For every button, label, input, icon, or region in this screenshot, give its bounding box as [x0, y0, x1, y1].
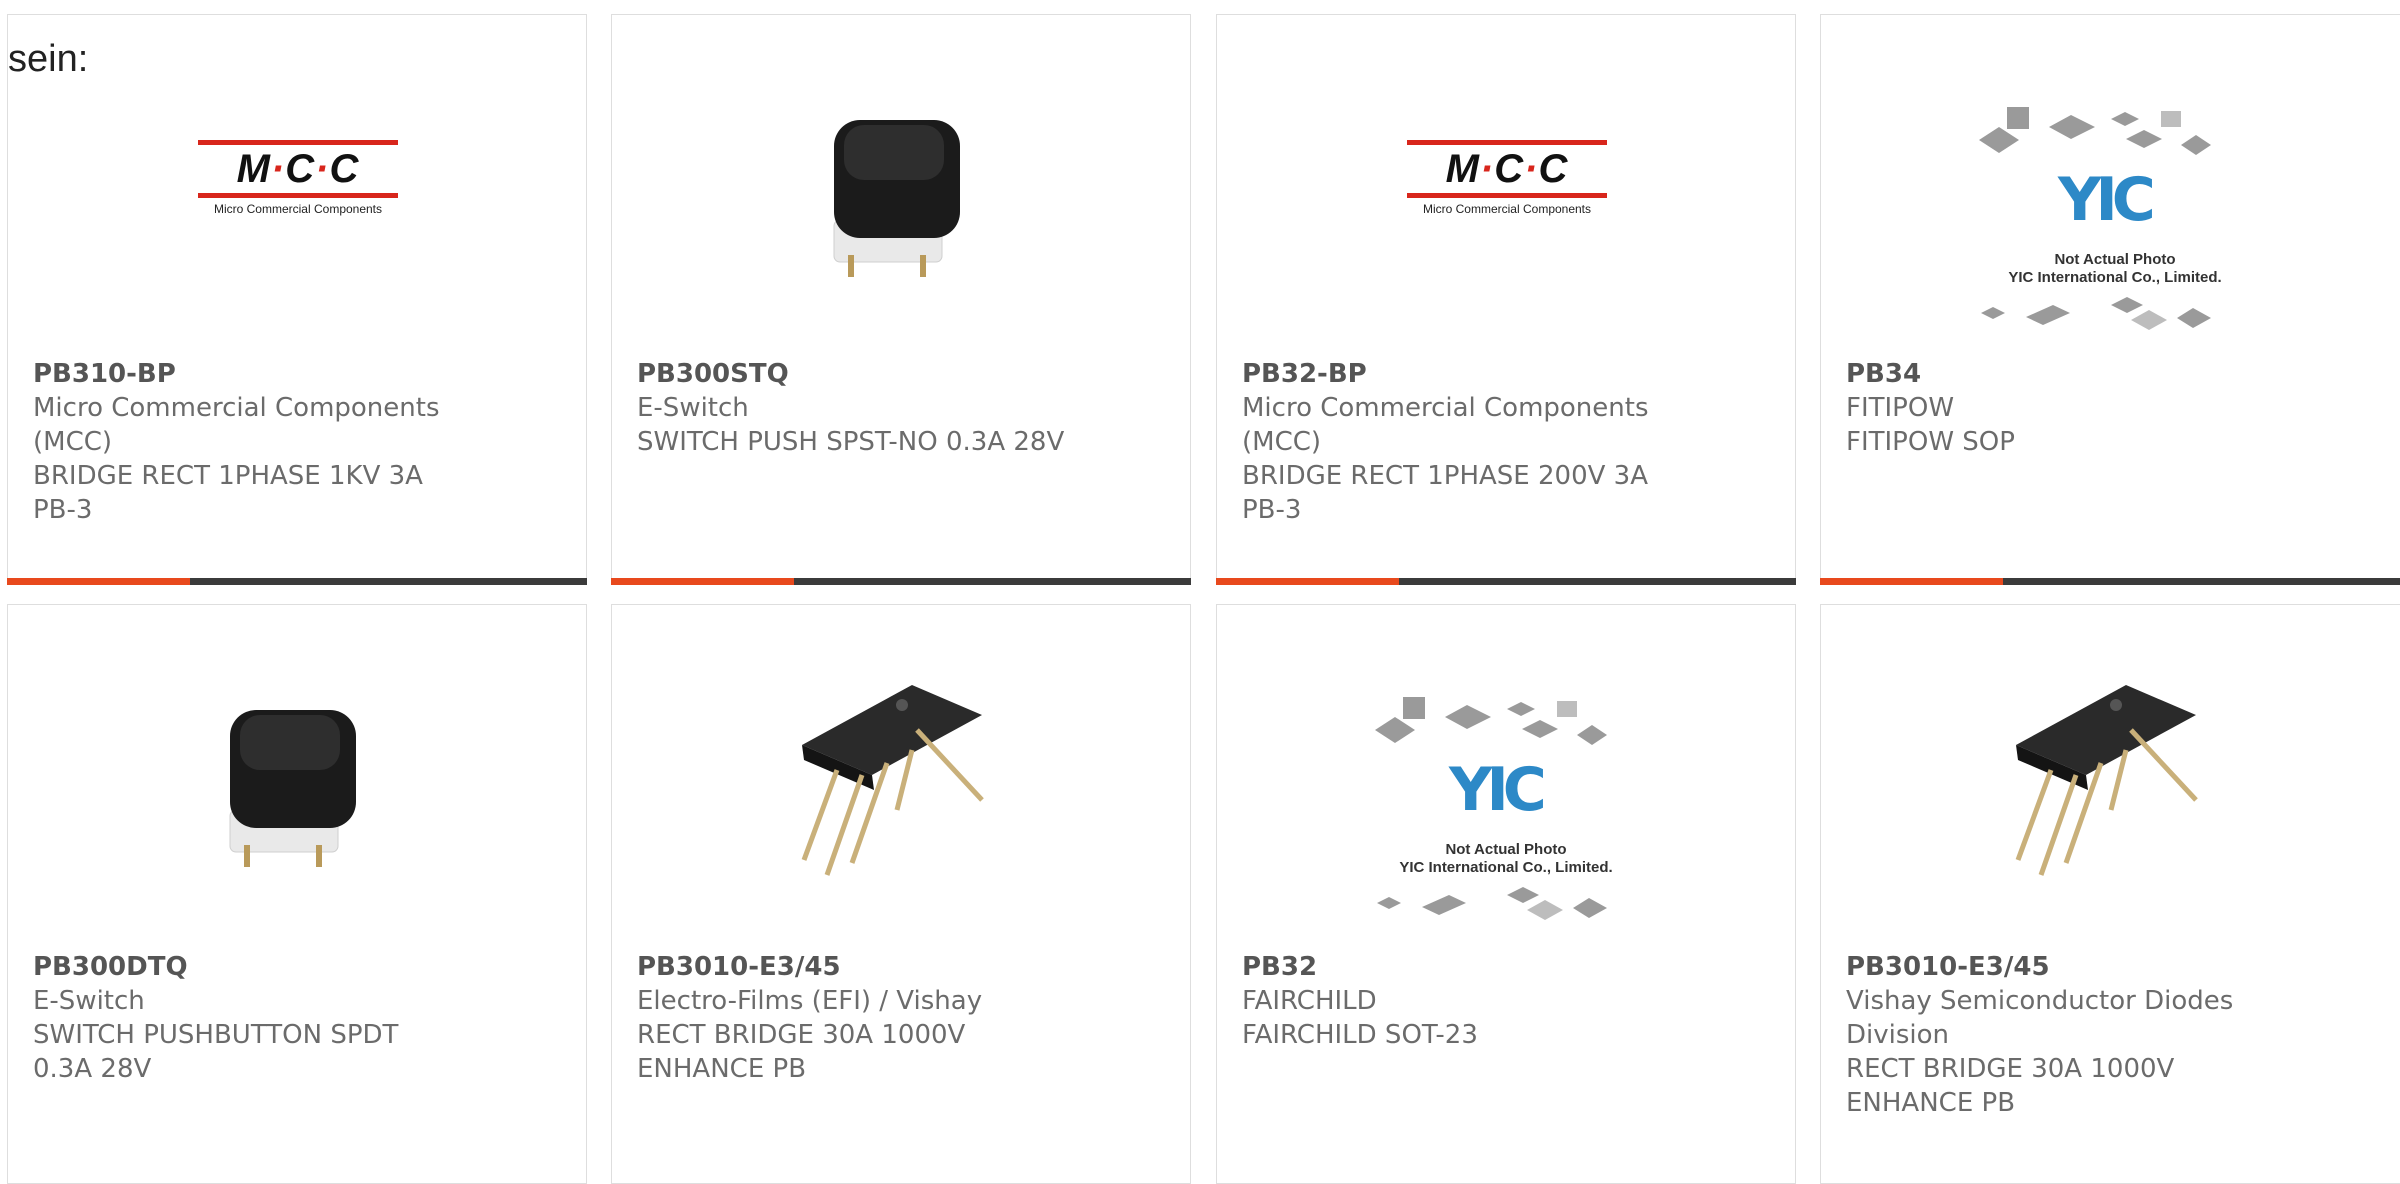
placeholder-image: YIC Not Actual Photo YIC International C… [1217, 605, 1795, 935]
description: RECT BRIDGE 30A 1000V [637, 1020, 966, 1050]
manufacturer: Vishay Semiconductor Diodes [1846, 986, 2234, 1016]
manufacturer: E-Switch [33, 986, 145, 1016]
description: BRIDGE RECT 1PHASE 1KV 3A [33, 461, 423, 491]
description: FITIPOW SOP [1846, 427, 2015, 457]
mcc-logo-tag: Micro Commercial Components [213, 202, 383, 216]
placeholder-caption-company: YIC International Co., Limited. [1399, 859, 1613, 876]
product-photo [8, 605, 586, 935]
manufacturer: FITIPOW [1846, 393, 1955, 423]
manufacturer-cont: Division [1846, 1020, 1950, 1050]
product-photo [1821, 605, 2400, 935]
description-cont: PB-3 [33, 495, 93, 525]
description-cont: 0.3A 28V [33, 1054, 152, 1084]
description: FAIRCHILD SOT-23 [1242, 1020, 1478, 1050]
manufacturer: Electro-Films (EFI) / Vishay [637, 986, 983, 1016]
description-cont: ENHANCE PB [637, 1054, 807, 1084]
manufacturer: FAIRCHILD [1242, 986, 1377, 1016]
manufacturer-cont: (MCC) [1242, 427, 1322, 457]
part-number[interactable]: PB32-BP [1242, 357, 1775, 391]
placeholder-image: YIC Not Actual Photo YIC International C… [1821, 15, 2400, 345]
product-photo [612, 605, 1190, 935]
description: SWITCH PUSHBUTTON SPDT [33, 1020, 399, 1050]
product-card[interactable]: PB3010-E3/45 Electro-Films (EFI) / Visha… [611, 604, 1191, 1184]
card-bar [1820, 578, 2400, 585]
card-bar [611, 578, 1191, 585]
manufacturer-logo: M·C·C Micro Commercial Components [1217, 15, 1795, 345]
yic-logo-icon: YIC [1449, 755, 1547, 825]
part-number[interactable]: PB300STQ [637, 357, 1170, 391]
product-card[interactable]: PB300STQ E-Switch SWITCH PUSH SPST-NO 0.… [611, 14, 1191, 585]
product-photo [612, 15, 1190, 345]
description-cont: ENHANCE PB [1846, 1088, 2016, 1118]
part-number[interactable]: PB34 [1846, 357, 2389, 391]
description: BRIDGE RECT 1PHASE 200V 3A [1242, 461, 1648, 491]
mcc-logo-tag: Micro Commercial Components [1422, 202, 1592, 216]
product-card[interactable]: M·C·C Micro Commercial Components PB310-… [7, 14, 587, 585]
manufacturer-cont: (MCC) [33, 427, 113, 457]
part-number[interactable]: PB310-BP [33, 357, 566, 391]
product-card[interactable]: PB300DTQ E-Switch SWITCH PUSHBUTTON SPDT… [7, 604, 587, 1184]
mcc-logo-letters: M·C·C [236, 147, 360, 191]
manufacturer: Micro Commercial Components [1242, 393, 1649, 423]
product-card[interactable]: PB3010-E3/45 Vishay Semiconductor Diodes… [1820, 604, 2400, 1184]
product-card[interactable]: YIC Not Actual Photo YIC International C… [1216, 604, 1796, 1184]
yic-logo-icon: YIC [2058, 165, 2156, 235]
part-number[interactable]: PB32 [1242, 950, 1775, 984]
mcc-logo-letters: M·C·C [1445, 147, 1569, 191]
lead-text: sein: [8, 38, 89, 80]
product-card[interactable]: M·C·C Micro Commercial Components PB32-B… [1216, 14, 1796, 585]
manufacturer: Micro Commercial Components [33, 393, 440, 423]
description: SWITCH PUSH SPST-NO 0.3A 28V [637, 427, 1065, 457]
product-card[interactable]: YIC Not Actual Photo YIC International C… [1820, 14, 2400, 585]
placeholder-caption: Not Actual Photo [1445, 841, 1567, 858]
part-number[interactable]: PB300DTQ [33, 950, 566, 984]
placeholder-caption-company: YIC International Co., Limited. [2008, 269, 2222, 286]
card-bar [1216, 578, 1796, 585]
part-number[interactable]: PB3010-E3/45 [637, 950, 1170, 984]
part-number[interactable]: PB3010-E3/45 [1846, 950, 2389, 984]
card-bar [7, 578, 587, 585]
manufacturer-logo: M·C·C Micro Commercial Components [8, 15, 586, 345]
placeholder-caption: Not Actual Photo [2054, 251, 2176, 268]
description-cont: PB-3 [1242, 495, 1302, 525]
description: RECT BRIDGE 30A 1000V [1846, 1054, 2175, 1084]
manufacturer: E-Switch [637, 393, 749, 423]
